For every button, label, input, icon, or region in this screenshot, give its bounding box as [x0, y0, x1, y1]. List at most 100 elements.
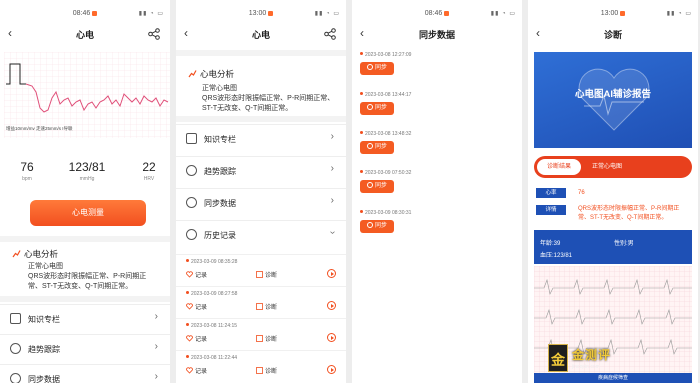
sync-button[interactable]: 同步 [360, 102, 394, 115]
chevron-down-icon: › [326, 230, 338, 235]
section-divider [0, 296, 170, 302]
patient-info: 年龄:39 性别:男 血压:123/81 [534, 230, 692, 264]
chevron-right-icon: › [330, 163, 334, 174]
status-bar: 13:00 ▮▮ ◔ ▭ [176, 0, 346, 22]
history-record: 2023-03-09 08:35:28 记录 诊断 [176, 254, 346, 286]
menu-item-knowledge[interactable]: 知识专栏 › [176, 124, 346, 152]
stethoscope-icon [256, 271, 263, 278]
status-icons: ▮▮ ◔ ▭ [138, 11, 164, 17]
section-divider [176, 116, 346, 122]
clock-icon [186, 165, 197, 176]
nav-bar: ‹ 心电 [0, 24, 170, 44]
sync-item: 2023-03-08 13:44:17 同步 [360, 92, 411, 115]
menu-item-history[interactable]: 历史记录 › [176, 220, 346, 248]
chevron-right-icon: › [154, 371, 158, 382]
menu-item-trend[interactable]: 趋势跟踪 › [0, 334, 170, 362]
stat-unit: HRV [143, 176, 155, 182]
play-icon[interactable] [327, 365, 336, 374]
clock-icon [10, 343, 21, 354]
stat-value: 22 [142, 160, 156, 174]
status-icons: ▮▮ ◔ ▭ [666, 11, 692, 17]
stat-value: 76 [20, 160, 34, 174]
sync-time: 2023-03-09 07:50:32 [365, 170, 412, 176]
analysis-heading: 心电分析 [12, 248, 58, 260]
analysis-heading: 心电分析 [188, 68, 234, 80]
diagnose-button[interactable]: 诊断 [256, 270, 277, 279]
chevron-right-icon: › [154, 311, 158, 322]
record-time: 2023-03-08 11:24:15 [191, 323, 238, 329]
share-icon[interactable] [324, 28, 336, 40]
status-bar: 08:46 ▮▮ ◔ ▭ [0, 0, 170, 22]
tab-diagnosis-result[interactable]: 诊断结果 [537, 159, 581, 175]
menu-label: 知识专栏 [204, 135, 236, 144]
record-time: 2023-03-08 11:22:44 [191, 355, 238, 361]
menu-item-sync[interactable]: 同步数据 › [0, 364, 170, 383]
sync-icon [10, 373, 21, 383]
sync-item: 2023-03-09 07:50:32 同步 [360, 170, 411, 193]
patient-age: 年龄:39 [540, 241, 561, 247]
notification-icon [268, 10, 274, 16]
stat-hrv: 22 HRV [136, 160, 162, 182]
menu-label: 同步数据 [204, 199, 236, 208]
logo-badge: 金 [548, 344, 568, 372]
diagnose-button[interactable]: 诊断 [256, 334, 277, 343]
heart-rate-value: 76 [578, 190, 585, 196]
stethoscope-icon [256, 335, 263, 342]
analysis-text: 正常心电图 QRS波形态时限振幅正常、P-R间期正常、ST-T无改变、Q-T间期… [28, 262, 158, 292]
chart-trend-icon [188, 70, 197, 78]
record-button[interactable]: 记录 [186, 302, 207, 311]
watermark-url: jincepin.com [572, 364, 600, 370]
play-icon[interactable] [327, 333, 336, 342]
detail-label: 详情 [536, 205, 566, 215]
play-icon[interactable] [327, 269, 336, 278]
sync-button[interactable]: 同步 [360, 220, 394, 233]
detail-value: QRS波形态时限振幅正常、P-R间期正常、ST-T无改变、Q-T间期正常。 [578, 206, 680, 221]
patient-bp: 血压:123/81 [540, 253, 573, 259]
stethoscope-icon [256, 303, 263, 310]
share-icon[interactable] [148, 28, 160, 40]
diagnose-button[interactable]: 诊断 [256, 302, 277, 311]
record-button[interactable]: 记录 [186, 366, 207, 375]
book-icon [186, 133, 197, 144]
menu-label: 知识专栏 [28, 315, 60, 324]
heart-icon [186, 367, 193, 374]
sync-button[interactable]: 同步 [360, 62, 394, 75]
diagnose-button[interactable]: 诊断 [256, 366, 277, 375]
record-button[interactable]: 记录 [186, 334, 207, 343]
menu-item-knowledge[interactable]: 知识专栏 › [0, 304, 170, 332]
report-title: 心电图AI辅诊报告 [574, 89, 651, 100]
sync-button[interactable]: 同步 [360, 141, 394, 154]
analysis-line-1: 正常心电图 [202, 85, 237, 92]
heart-icon [186, 271, 193, 278]
status-time: 13:00 [600, 10, 619, 17]
stethoscope-icon [256, 367, 263, 374]
sync-item: 2023-03-08 13:48:32 同步 [360, 131, 411, 154]
sync-icon [366, 222, 373, 228]
screen-ecg-history: 13:00 ▮▮ ◔ ▭ ‹ 心电 心电分析 正常心电图 QRS波形态时限振幅正… [176, 0, 346, 383]
record-button[interactable]: 记录 [186, 270, 207, 279]
menu-item-sync[interactable]: 同步数据 › [176, 188, 346, 216]
page-title: 心电 [75, 30, 94, 40]
section-divider [0, 236, 170, 242]
analysis-title: 心电分析 [200, 69, 235, 79]
nav-bar: ‹ 心电 [176, 24, 346, 44]
stat-value: 123/81 [68, 160, 106, 174]
sync-item: 2023-03-09 08:30:31 同步 [360, 210, 411, 233]
result-tabs: 诊断结果 正常心电图 [534, 156, 692, 178]
analysis-text: 正常心电图 QRS波形态时限振幅正常、P-R间期正常、ST-T无改变、Q-T间期… [202, 84, 338, 114]
sync-button[interactable]: 同步 [360, 180, 394, 193]
sync-time: 2023-03-09 08:30:31 [365, 210, 412, 216]
page-title: 诊断 [603, 30, 622, 40]
play-icon[interactable] [327, 301, 336, 310]
screen-ecg-main: 08:46 ▮▮ ◔ ▭ ‹ 心电 增益10mm/mv 走速25mm/s I导联… [0, 0, 170, 383]
measure-ecg-button[interactable]: 心电测量 [30, 200, 146, 226]
status-bar: 08:46 ▮▮ ◔ ▭ [352, 0, 522, 22]
menu-item-trend[interactable]: 趋势跟踪 › [176, 156, 346, 184]
page-title: 心电 [251, 30, 270, 40]
patient-gender: 性别:男 [614, 241, 634, 247]
history-record: 2023-03-08 11:22:44 记录 诊断 [176, 350, 346, 382]
notification-icon [444, 10, 450, 16]
sync-item: 2023-03-08 12:27:09 同步 [360, 52, 411, 75]
page-title: 同步数据 [418, 30, 455, 40]
watermark-logo: 金 金测评 jincepin.com [548, 344, 638, 378]
